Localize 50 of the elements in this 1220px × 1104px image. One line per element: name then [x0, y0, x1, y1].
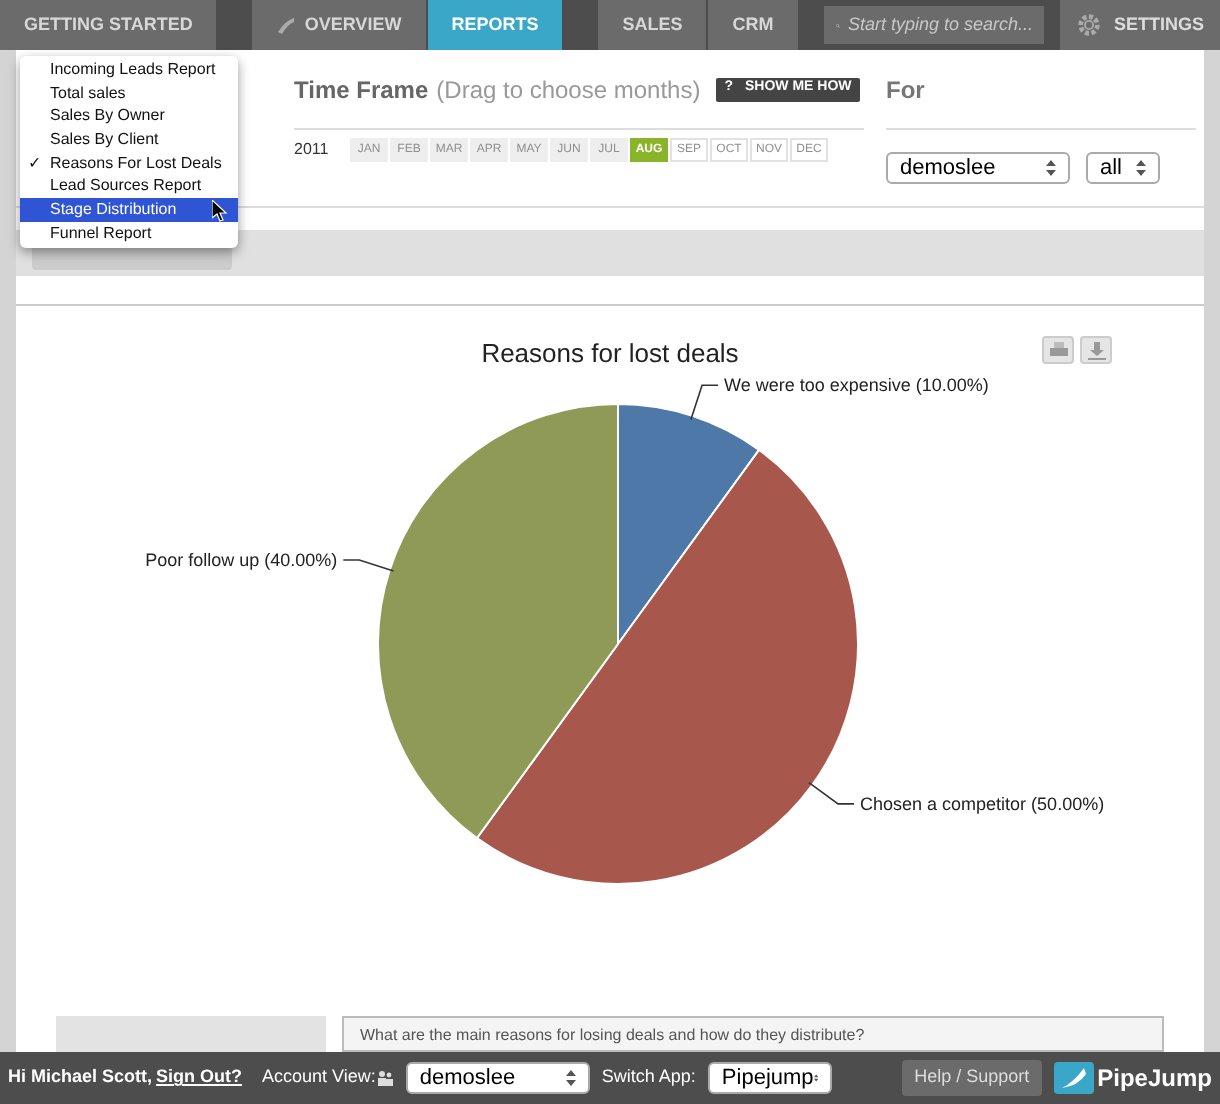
- settings-icon: [1075, 12, 1102, 38]
- settings-button[interactable]: SETTINGS: [1059, 0, 1220, 50]
- slice-label: Poor follow up (40.00%): [145, 548, 338, 569]
- year-label: 2011: [294, 138, 331, 162]
- menu-item[interactable]: Total sales: [20, 81, 238, 105]
- account-view-select[interactable]: demoslee: [405, 1062, 590, 1094]
- search-field[interactable]: Start typing to search...: [823, 6, 1044, 44]
- leader-line: [342, 558, 395, 571]
- for-title: For: [886, 50, 1196, 130]
- nav-tab[interactable]: SALES: [598, 0, 707, 50]
- time-frame-hint: (Drag to choose months): [436, 73, 701, 107]
- updown-icon: [1136, 160, 1146, 176]
- phone-icon: [276, 15, 297, 35]
- leader-line: [808, 780, 855, 804]
- cursor-icon: [212, 200, 228, 223]
- switch-app-label: Switch App:: [601, 1064, 696, 1091]
- greeting-text: Hi Michael Scott,: [8, 1064, 153, 1091]
- download-button[interactable]: [1080, 336, 1112, 364]
- switch-app-select[interactable]: Pipejump: [707, 1062, 832, 1094]
- people-icon: [375, 1070, 394, 1086]
- logo-icon: [1053, 1062, 1094, 1094]
- help-support-button[interactable]: Help / Support: [902, 1060, 1042, 1096]
- scope-select[interactable]: all: [1086, 152, 1160, 184]
- brand-name: PipeJump: [1097, 1062, 1212, 1096]
- menu-item[interactable]: Funnel Report: [20, 221, 238, 245]
- nav-tab[interactable]: GETTING STARTED: [0, 0, 217, 50]
- time-frame-title: Time Frame: [294, 73, 429, 107]
- sign-out-link[interactable]: Sign Out?: [156, 1064, 243, 1092]
- leader-line: [690, 383, 719, 420]
- user-select[interactable]: demoslee: [886, 152, 1070, 184]
- menu-item[interactable]: Lead Sources Report: [20, 174, 238, 199]
- printer-icon: [1049, 342, 1067, 358]
- updown-icon: [1046, 160, 1056, 176]
- menu-item[interactable]: Sales By Client: [20, 128, 238, 152]
- menu-item[interactable]: Incoming Leads Report: [20, 58, 238, 82]
- slice-label: Chosen a competitor (50.00%): [860, 792, 1105, 813]
- nav-tab[interactable]: CRM: [708, 0, 798, 50]
- nav-tab[interactable]: REPORTS: [427, 0, 563, 50]
- menu-item[interactable]: Stage Distribution: [20, 198, 238, 222]
- updown-icon: [565, 1070, 576, 1086]
- account-view-label: Account View:: [262, 1064, 376, 1091]
- menu-item[interactable]: ✓ Reasons For Lost Deals: [20, 151, 238, 175]
- menu-item[interactable]: Sales By Owner: [20, 104, 238, 129]
- chart-title: Reasons for lost deals: [481, 336, 739, 372]
- download-icon: [1087, 341, 1105, 359]
- question-box: What are the main reasons for losing deals and how do they distribute?: [342, 1016, 1164, 1052]
- slice-label: We were too expensive (10.00%): [724, 374, 989, 395]
- updown-icon: [813, 1070, 818, 1086]
- nav-tab[interactable]: OVERVIEW: [252, 0, 426, 50]
- print-button[interactable]: [1042, 336, 1074, 364]
